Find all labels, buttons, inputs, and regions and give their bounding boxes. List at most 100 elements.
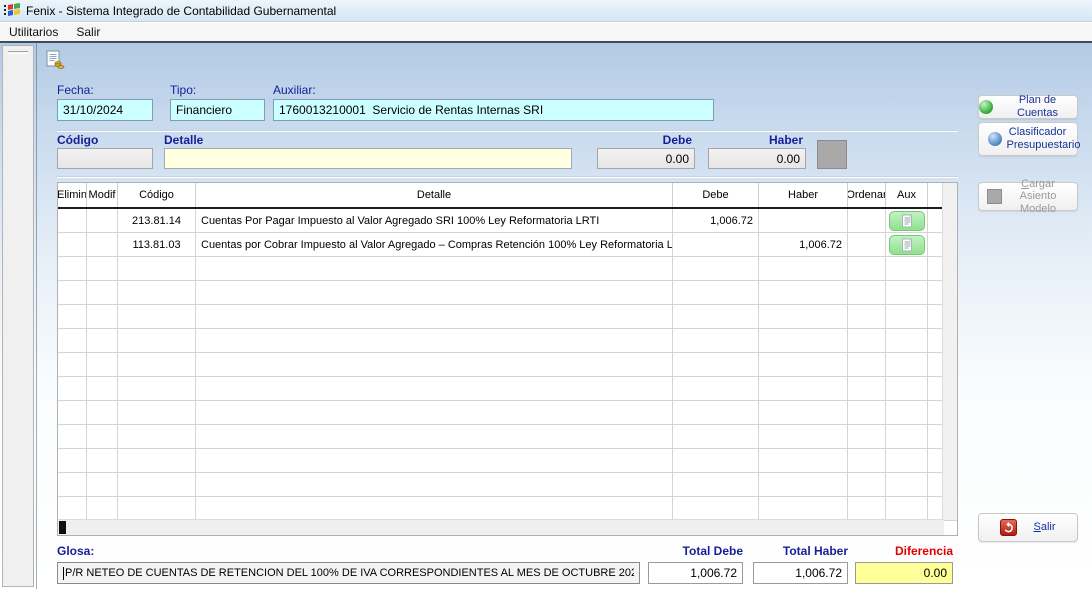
blue-sphere-icon	[988, 132, 1002, 146]
cell-codigo	[118, 353, 196, 377]
collapsed-side-panel[interactable]	[2, 45, 34, 587]
menu-salir[interactable]: Salir	[67, 24, 109, 40]
horizontal-scroll-thumb[interactable]	[59, 521, 66, 534]
cell-codigo	[118, 401, 196, 425]
debe-input[interactable]: 0.00	[597, 148, 695, 169]
col-header-modif[interactable]: Modif	[87, 183, 118, 207]
cell-elimin	[58, 329, 87, 353]
col-header-haber[interactable]: Haber	[759, 183, 848, 207]
cell-debe	[673, 353, 759, 377]
col-header-detalle[interactable]: Detalle	[196, 183, 673, 207]
cell-codigo	[118, 449, 196, 473]
cell-aux	[886, 449, 928, 473]
cell-ordenar	[848, 377, 886, 401]
plan-de-cuentas-label: Plan de Cuentas	[998, 94, 1077, 119]
table-vertical-scrollbar[interactable]	[942, 183, 957, 520]
cell-haber	[759, 401, 848, 425]
plan-de-cuentas-button[interactable]: Plan de Cuentas	[978, 95, 1078, 119]
total-haber-field: 1,006.72	[753, 562, 848, 584]
cell-aux	[886, 233, 928, 257]
entry-action-button[interactable]	[817, 140, 847, 169]
diferencia-label: Diferencia	[855, 544, 953, 558]
cell-ordenar	[848, 497, 886, 521]
aux-detail-button[interactable]	[889, 235, 925, 255]
cell-debe	[673, 257, 759, 281]
cell-aux	[886, 377, 928, 401]
clasificador-presupuestario-button[interactable]: Clasificador Presupuestario	[978, 122, 1078, 156]
table-row-empty	[58, 425, 957, 449]
glosa-text: P/R NETEO DE CUENTAS DE RETENCION DEL 10…	[65, 567, 634, 579]
table-row-empty	[58, 473, 957, 497]
haber-label: Haber	[708, 133, 803, 147]
cell-codigo	[118, 425, 196, 449]
codigo-label: Código	[57, 133, 98, 147]
cell-ordenar	[848, 257, 886, 281]
cell-modif	[87, 497, 118, 521]
cell-modif	[87, 305, 118, 329]
cell-modif	[87, 209, 118, 233]
detalle-input[interactable]	[164, 148, 572, 169]
table-row-empty	[58, 401, 957, 425]
detalle-label: Detalle	[164, 133, 203, 147]
menu-utilitarios[interactable]: Utilitarios	[0, 24, 67, 40]
haber-input[interactable]: 0.00	[708, 148, 806, 169]
col-header-elimin[interactable]: Elimin	[58, 183, 87, 207]
cell-detalle	[196, 473, 673, 497]
aux-detail-button[interactable]	[889, 211, 925, 231]
text-cursor	[63, 567, 64, 580]
glosa-input[interactable]: P/R NETEO DE CUENTAS DE RETENCION DEL 10…	[57, 562, 640, 584]
cell-aux	[886, 281, 928, 305]
app-icon	[4, 3, 21, 18]
fecha-input[interactable]: 31/10/2024	[57, 99, 153, 121]
diferencia-field: 0.00	[855, 562, 953, 584]
cell-aux	[886, 425, 928, 449]
cell-aux	[886, 401, 928, 425]
cargar-asiento-modelo-button[interactable]: Cargar Asiento Modelo	[978, 182, 1078, 211]
col-header-codigo[interactable]: Código	[118, 183, 196, 207]
salir-label: Salir	[1033, 521, 1055, 534]
cell-modif	[87, 329, 118, 353]
col-header-aux[interactable]: Aux	[886, 183, 928, 207]
tipo-input[interactable]: Financiero	[170, 99, 265, 121]
cell-elimin	[58, 233, 87, 257]
cell-aux	[886, 305, 928, 329]
table-row-empty	[58, 281, 957, 305]
cell-detalle	[196, 305, 673, 329]
power-icon	[1000, 519, 1017, 536]
col-header-ordenar[interactable]: Ordenar	[848, 183, 886, 207]
panel-grip[interactable]	[8, 51, 28, 54]
cell-codigo	[118, 257, 196, 281]
cell-codigo	[118, 473, 196, 497]
table-body: 213.81.14Cuentas Por Pagar Impuesto al V…	[58, 209, 957, 521]
cell-elimin	[58, 449, 87, 473]
cell-detalle	[196, 401, 673, 425]
cell-haber	[759, 473, 848, 497]
window-title: Fenix - Sistema Integrado de Contabilida…	[26, 4, 336, 18]
accounting-document-icon[interactable]	[45, 50, 65, 70]
cell-modif	[87, 233, 118, 257]
cell-aux	[886, 209, 928, 233]
cell-debe	[673, 497, 759, 521]
cargar-asiento-label: Cargar Asiento Modelo	[1007, 178, 1069, 216]
cell-detalle	[196, 329, 673, 353]
cell-detalle	[196, 449, 673, 473]
cell-aux	[886, 353, 928, 377]
cell-haber	[759, 257, 848, 281]
auxiliar-input[interactable]: 1760013210001 Servicio de Rentas Interna…	[273, 99, 714, 121]
table-row[interactable]: 113.81.03Cuentas por Cobrar Impuesto al …	[58, 233, 957, 257]
cell-debe	[673, 401, 759, 425]
table-row[interactable]: 213.81.14Cuentas Por Pagar Impuesto al V…	[58, 209, 957, 233]
clasificador-label: Clasificador Presupuestario	[1007, 126, 1069, 151]
codigo-input[interactable]	[57, 148, 153, 169]
table-row-empty	[58, 449, 957, 473]
table-horizontal-scrollbar[interactable]	[58, 519, 944, 535]
separator-top	[57, 130, 958, 131]
cell-codigo	[118, 377, 196, 401]
col-header-debe[interactable]: Debe	[673, 183, 759, 207]
cell-haber	[759, 449, 848, 473]
cell-detalle: Cuentas Por Pagar Impuesto al Valor Agre…	[196, 209, 673, 233]
salir-button[interactable]: Salir	[978, 513, 1078, 542]
cell-elimin	[58, 425, 87, 449]
cell-haber	[759, 305, 848, 329]
main-content: Fecha: Tipo: Auxiliar: 31/10/2024 Financ…	[0, 43, 1092, 589]
